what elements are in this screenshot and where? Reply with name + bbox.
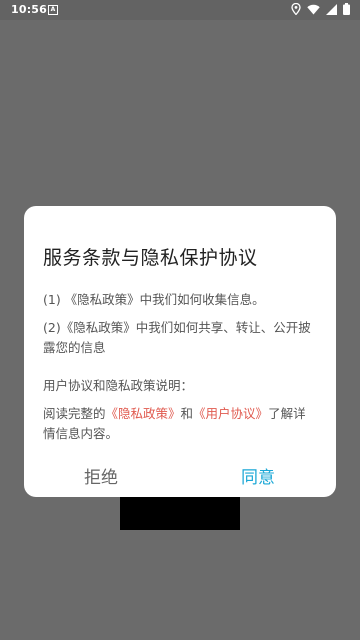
privacy-policy-link[interactable]: 《隐私政策》 [106,406,181,421]
read-full-text: 阅读完整的《隐私政策》和《用户协议》了解详情信息内容。 [43,404,317,444]
dialog-title: 服务条款与隐私保护协议 [43,247,258,269]
wifi-icon [307,4,320,15]
location-icon [291,3,301,15]
privacy-agreement-dialog: 服务条款与隐私保护协议 (1) 《隐私政策》中我们如何收集信息。 (2)《隐私政… [24,206,336,497]
explain-heading: 用户协议和隐私政策说明： [43,378,194,393]
notification-a-icon: A [48,5,58,15]
privacy-item-collect: (1) 《隐私政策》中我们如何收集信息。 [43,292,265,307]
agree-button[interactable]: 同意 [241,468,275,488]
read-prefix: 阅读完整的 [43,406,106,421]
and-text: 和 [180,406,194,421]
status-time: 10:56 [11,3,48,16]
user-agreement-link[interactable]: 《用户协议》 [193,406,268,421]
status-icons [291,3,350,15]
battery-icon [343,3,350,15]
signal-icon [326,3,337,15]
reject-button[interactable]: 拒绝 [84,468,118,488]
status-bar: 10:56 A [0,0,360,20]
privacy-item-share: (2)《隐私政策》中我们如何共享、转让、公开披露您的信息 [43,320,311,355]
